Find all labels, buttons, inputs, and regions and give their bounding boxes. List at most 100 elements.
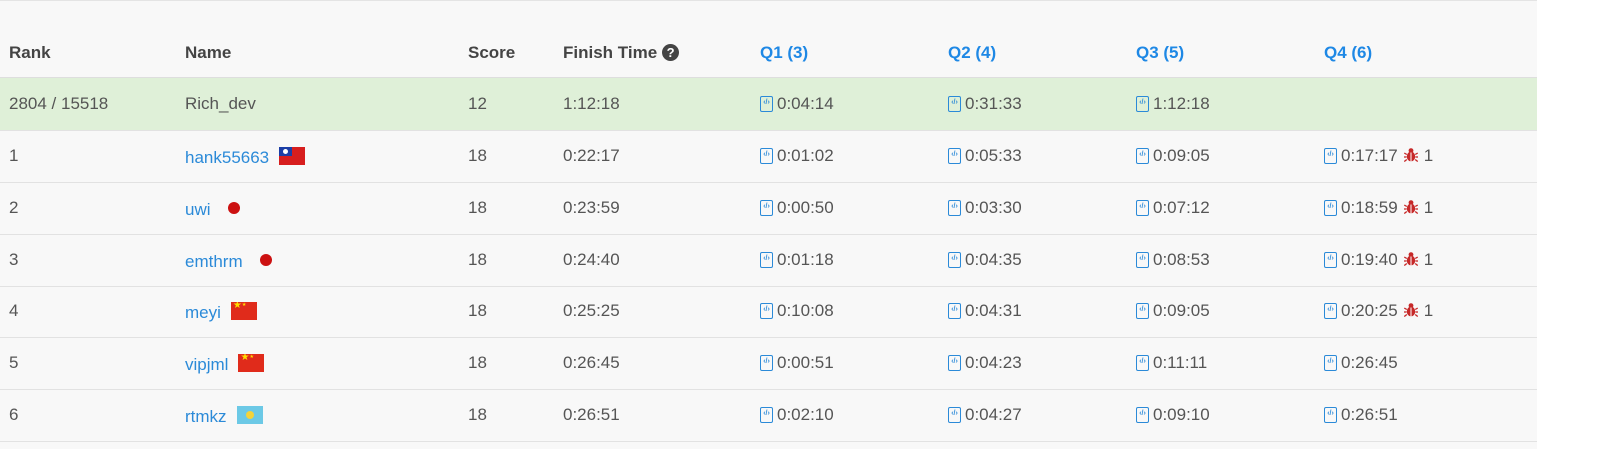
code-file-icon[interactable] xyxy=(1136,252,1149,268)
table-row: 2 uwi 18 0:23:59 0:00:50 0:03:30 0:07:12 0:18:5… xyxy=(0,182,1537,235)
code-file-icon[interactable] xyxy=(1324,200,1337,216)
code-file-icon[interactable] xyxy=(760,303,773,319)
finish-time-header-label: Finish Time xyxy=(563,43,658,62)
code-file-icon[interactable] xyxy=(1136,96,1149,112)
code-file-icon[interactable] xyxy=(948,303,961,319)
q3-cell: 0:11:11 xyxy=(1136,337,1207,389)
score-cell: 18 xyxy=(468,405,487,424)
user-profile-link[interactable]: meyi xyxy=(185,303,221,322)
code-file-icon[interactable] xyxy=(760,148,773,164)
q1-time: 0:10:08 xyxy=(777,301,834,320)
q2-cell: 0:03:30 xyxy=(948,182,1022,234)
bug-icon xyxy=(1403,236,1418,267)
q1-time: 0:00:50 xyxy=(777,198,834,217)
q4-cell: 0:18:59 1 xyxy=(1324,182,1433,234)
china-flag-icon: ★ ★ xyxy=(238,354,265,372)
q3-time: 0:08:53 xyxy=(1153,250,1210,269)
code-file-icon[interactable] xyxy=(1324,303,1337,319)
finish-time-cell: 0:23:59 xyxy=(563,198,620,217)
q2-cell: 0:04:35 xyxy=(948,234,1022,286)
table-header: Rank Name Score Finish Time? Q1 (3) Q2 (… xyxy=(0,1,1537,79)
q4-cell: 0:26:51 xyxy=(1324,389,1398,441)
code-file-icon[interactable] xyxy=(1324,355,1337,371)
code-file-icon[interactable] xyxy=(1324,252,1337,268)
wrong-attempts-count: 1 xyxy=(1423,250,1434,269)
q2-time: 0:04:31 xyxy=(965,301,1022,320)
question-circle-icon[interactable]: ? xyxy=(662,44,680,61)
q4-cell: 0:26:45 xyxy=(1324,337,1398,389)
q4-cell: 0:19:40 1 xyxy=(1324,234,1433,286)
user-profile-link[interactable]: vipjml xyxy=(185,355,228,374)
rank-header: Rank xyxy=(9,43,51,62)
q2-header-link[interactable]: Q2 (4) xyxy=(948,43,996,63)
q3-cell: 0:07:12 xyxy=(1136,182,1210,234)
code-file-icon[interactable] xyxy=(948,200,961,216)
q1-cell: 0:10:08 xyxy=(760,285,834,337)
code-file-icon[interactable] xyxy=(760,355,773,371)
q2-cell: 0:31:33 xyxy=(948,78,1022,130)
q1-cell: 0:01:02 xyxy=(760,130,834,182)
q2-cell: 0:04:31 xyxy=(948,285,1022,337)
china-flag-icon: ★ ★ xyxy=(230,302,257,320)
rank-cell: 3 xyxy=(9,250,19,269)
japan-flag-icon xyxy=(227,201,241,215)
code-file-icon[interactable] xyxy=(948,355,961,371)
finish-time-cell: 0:26:45 xyxy=(563,353,620,372)
code-file-icon[interactable] xyxy=(948,96,961,112)
code-file-icon[interactable] xyxy=(1324,148,1337,164)
table-row: 6 rtmkz 18 0:26:51 0:02:10 0:04:27 0:09:10 0:26… xyxy=(0,389,1537,442)
rank-cell: 2804 / 15518 xyxy=(9,94,109,113)
user-profile-link[interactable]: rtmkz xyxy=(185,407,227,426)
bug-icon xyxy=(1403,132,1418,163)
q1-time: 0:01:02 xyxy=(777,146,834,165)
q4-time: 0:26:45 xyxy=(1341,353,1398,372)
q4-cell: 0:17:17 1 xyxy=(1324,130,1433,182)
code-file-icon[interactable] xyxy=(1136,200,1149,216)
q4-time: 0:18:59 xyxy=(1341,198,1398,217)
q3-cell: 0:08:53 xyxy=(1136,234,1210,286)
code-file-icon[interactable] xyxy=(948,148,961,164)
q4-cell: 0:20:25 1 xyxy=(1324,285,1433,337)
current-user-row: 2804 / 15518 Rich_dev 12 1:12:18 0:04:14 0:31… xyxy=(0,78,1537,131)
q2-cell: 0:04:23 xyxy=(948,337,1022,389)
score-cell: 18 xyxy=(468,146,487,165)
q4-header-link[interactable]: Q4 (6) xyxy=(1324,43,1372,63)
code-file-icon[interactable] xyxy=(948,252,961,268)
q2-time: 0:04:27 xyxy=(965,405,1022,424)
q3-cell: 0:09:05 xyxy=(1136,285,1210,337)
q2-time: 0:05:33 xyxy=(965,146,1022,165)
taiwan-flag-icon xyxy=(279,147,306,165)
bug-icon xyxy=(1403,184,1418,215)
user-profile-link[interactable]: emthrm xyxy=(185,252,243,271)
q1-time: 0:01:18 xyxy=(777,250,834,269)
q2-cell: 0:04:27 xyxy=(948,389,1022,441)
code-file-icon[interactable] xyxy=(1136,355,1149,371)
code-file-icon[interactable] xyxy=(760,407,773,423)
code-file-icon[interactable] xyxy=(948,407,961,423)
code-file-icon[interactable] xyxy=(1136,303,1149,319)
user-profile-link[interactable]: uwi xyxy=(185,200,211,219)
q1-cell: 0:00:51 xyxy=(760,337,834,389)
q1-header-link[interactable]: Q1 (3) xyxy=(760,43,808,63)
rank-cell: 1 xyxy=(9,146,19,165)
code-file-icon[interactable] xyxy=(760,96,773,112)
q3-header-link[interactable]: Q3 (5) xyxy=(1136,43,1184,63)
wrong-attempts-count: 1 xyxy=(1423,198,1434,217)
code-file-icon[interactable] xyxy=(1324,407,1337,423)
score-cell: 18 xyxy=(468,353,487,372)
q3-time: 1:12:18 xyxy=(1153,94,1210,113)
q4-time: 0:17:17 xyxy=(1341,146,1398,165)
code-file-icon[interactable] xyxy=(1136,407,1149,423)
q3-time: 0:11:11 xyxy=(1153,353,1208,372)
code-file-icon[interactable] xyxy=(1136,148,1149,164)
finish-time-cell: 0:26:51 xyxy=(563,405,620,424)
q2-time: 0:04:35 xyxy=(965,250,1022,269)
code-file-icon[interactable] xyxy=(760,200,773,216)
user-name: Rich_dev xyxy=(185,94,256,113)
q3-cell: 0:09:10 xyxy=(1136,389,1210,441)
user-profile-link[interactable]: hank55663 xyxy=(185,148,269,167)
code-file-icon[interactable] xyxy=(760,252,773,268)
score-cell: 18 xyxy=(468,250,487,269)
table-row: 1 hank55663 18 0:22:17 0:01:02 0:05:33 0:09:05… xyxy=(0,130,1537,183)
name-cell: hank55663 xyxy=(185,132,306,184)
